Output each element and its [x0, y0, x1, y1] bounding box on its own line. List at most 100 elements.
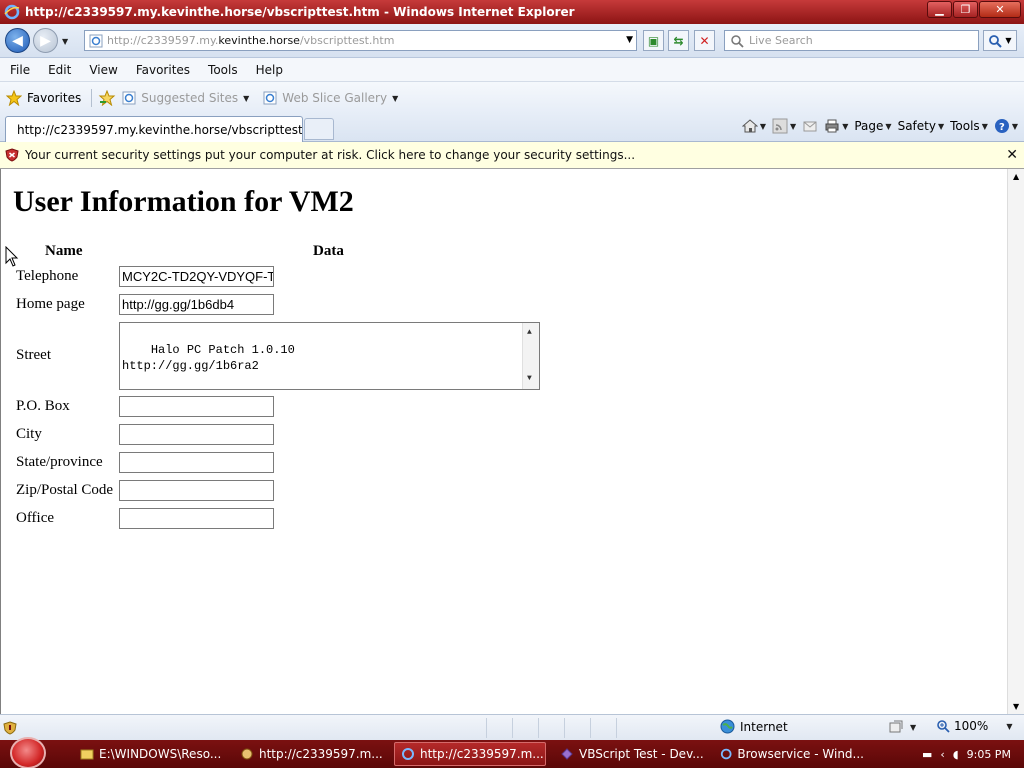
chevron-down-icon: ▼ [790, 121, 797, 131]
help-icon: ? [994, 119, 1009, 133]
security-info-bar[interactable]: Your current security settings put your … [0, 142, 1024, 169]
address-dropdown-icon[interactable]: ▼ [626, 35, 633, 45]
search-input[interactable]: Live Search [724, 30, 979, 51]
rss-feed-icon [772, 118, 788, 134]
url-prefix: http://c2339597.my. [107, 34, 219, 47]
tab-active[interactable]: http://c2339597.my.kevinthe.horse/vbscri… [5, 116, 303, 142]
status-cell [447, 717, 487, 738]
menu-help[interactable]: Help [246, 63, 291, 77]
tab-title: http://c2339597.my.kevinthe.horse/vbscri… [17, 122, 303, 137]
help-button[interactable]: ? ▼ [994, 118, 1018, 134]
feeds-button[interactable]: ▼ [772, 118, 796, 134]
search-go-button[interactable]: ▼ [983, 30, 1017, 51]
status-cell [591, 717, 617, 738]
chevron-down-icon: ▼ [1006, 721, 1013, 731]
safety-menu-button[interactable]: Safety ▼ [898, 119, 945, 133]
read-mail-button[interactable] [802, 118, 818, 134]
scroll-up-icon[interactable]: ▲ [527, 325, 532, 341]
menu-file[interactable]: File [0, 63, 38, 77]
chevron-down-icon: ▼ [910, 722, 917, 732]
suggested-sites-link[interactable]: Suggested Sites ▼ [122, 91, 249, 105]
folder-icon [80, 749, 94, 760]
scroll-up-icon[interactable]: ▲ [1013, 172, 1019, 181]
start-button[interactable] [10, 737, 46, 768]
zone-label: Internet [740, 719, 788, 734]
chevron-down-icon: ▼ [981, 121, 988, 131]
search-placeholder: Live Search [749, 34, 813, 47]
app-icon [241, 748, 253, 760]
city-field[interactable] [119, 424, 274, 445]
taskbar-item-browservice[interactable]: Browservice - Wind... [714, 742, 864, 766]
chevron-down-icon: ▼ [885, 121, 892, 131]
street-text: Halo PC Patch 1.0.10 http://gg.gg/1b6ra2 [122, 343, 295, 373]
new-tab-button[interactable] [304, 118, 334, 140]
tools-menu-button[interactable]: Tools ▼ [950, 119, 988, 133]
recent-pages-dropdown-icon[interactable]: ▼ [62, 37, 68, 46]
protected-mode-shield-icon[interactable] [3, 720, 17, 735]
ie-logo-icon [4, 4, 20, 20]
telephone-field[interactable]: MCY2C-TD2QY-VDYQF-T [119, 266, 274, 287]
taskbar-item-label: http://c2339597.m... [259, 747, 383, 761]
home-button[interactable]: ▼ [741, 118, 766, 134]
taskbar-item-label: http://c2339597.m... [420, 747, 544, 761]
forward-button[interactable]: ▶ [33, 28, 58, 53]
page-scrollbar[interactable]: ▲ ▼ [1007, 169, 1024, 714]
protected-mode-toggle[interactable]: ▼ [888, 719, 916, 735]
street-label: Street [16, 347, 51, 363]
taskbar-item-browser-1[interactable]: http://c2339597.m... [234, 742, 384, 766]
zip-postal-code-label: Zip/Postal Code [16, 482, 114, 498]
menu-edit[interactable]: Edit [38, 63, 79, 77]
zip-postal-code-field[interactable] [119, 480, 274, 501]
page-ie-icon [263, 91, 277, 105]
chevron-down-icon: ▼ [1011, 121, 1018, 131]
svg-text:?: ? [999, 122, 1005, 133]
page-ie-icon [89, 34, 103, 47]
taskbar-item-browser-2[interactable]: http://c2339597.m... [394, 742, 546, 766]
print-button[interactable]: ▼ [824, 118, 848, 134]
close-window-button[interactable]: ✕ [979, 1, 1021, 18]
system-tray: ▬ ‹ ◖ 9:05 PM [916, 740, 1024, 768]
web-slice-gallery-link[interactable]: Web Slice Gallery ▼ [263, 91, 398, 105]
favorites-button[interactable]: Favorites [6, 90, 81, 106]
close-icon[interactable]: ✕ [1006, 147, 1018, 163]
menu-tools[interactable]: Tools [198, 63, 246, 77]
menu-favorites[interactable]: Favorites [126, 63, 198, 77]
back-button[interactable]: ◀ [5, 28, 30, 53]
search-options-icon[interactable]: ▼ [1005, 36, 1011, 45]
po-box-field[interactable] [119, 396, 274, 417]
chevron-down-icon: ▼ [842, 121, 849, 131]
keyboard-icon[interactable]: ▬ [922, 748, 932, 761]
state-province-label: State/province [16, 454, 103, 470]
scroll-down-icon[interactable]: ▼ [527, 371, 532, 387]
taskbar-item-explorer[interactable]: E:\WINDOWS\Reso... [74, 742, 224, 766]
security-zone[interactable]: Internet [720, 719, 788, 734]
tray-expand-icon[interactable]: ‹ [940, 748, 944, 761]
add-to-favorites-bar-icon[interactable] [98, 90, 116, 106]
street-scrollbar[interactable]: ▲ ▼ [522, 323, 539, 389]
state-province-field[interactable] [119, 452, 274, 473]
compatibility-view-button[interactable]: ▣ [643, 30, 664, 51]
scroll-down-icon[interactable]: ▼ [1013, 702, 1019, 711]
refresh-icon: ⇆ [673, 33, 684, 48]
taskbar-item-label: VBScript Test - Dev... [579, 747, 704, 761]
page-menu-button[interactable]: Page ▼ [854, 119, 891, 133]
menu-view[interactable]: View [79, 63, 125, 77]
clock[interactable]: 9:05 PM [967, 748, 1011, 761]
mouse-cursor-icon [5, 246, 19, 267]
url-domain: kevinthe.horse [218, 34, 300, 47]
office-field[interactable] [119, 508, 274, 529]
taskbar-item-vbscript[interactable]: VBScript Test - Dev... [554, 742, 704, 766]
home-page-field[interactable]: http://gg.gg/1b6db4 [119, 294, 274, 315]
status-cell [539, 717, 565, 738]
zoom-control[interactable]: 100% ▼ [936, 719, 1012, 733]
column-header-name: Name [45, 243, 83, 259]
volume-icon[interactable]: ◖ [953, 748, 959, 761]
stop-button[interactable]: ✕ [694, 30, 715, 51]
stop-icon: ✕ [699, 33, 710, 48]
office-label: Office [16, 510, 55, 526]
minimize-button[interactable]: ▁ [927, 1, 952, 18]
maximize-button[interactable]: ❐ [953, 1, 978, 18]
refresh-button[interactable]: ⇆ [668, 30, 689, 51]
street-textarea[interactable]: Halo PC Patch 1.0.10 http://gg.gg/1b6ra2… [119, 322, 540, 390]
address-field[interactable]: http://c2339597.my. kevinthe.horse/vbscri… [84, 30, 637, 51]
